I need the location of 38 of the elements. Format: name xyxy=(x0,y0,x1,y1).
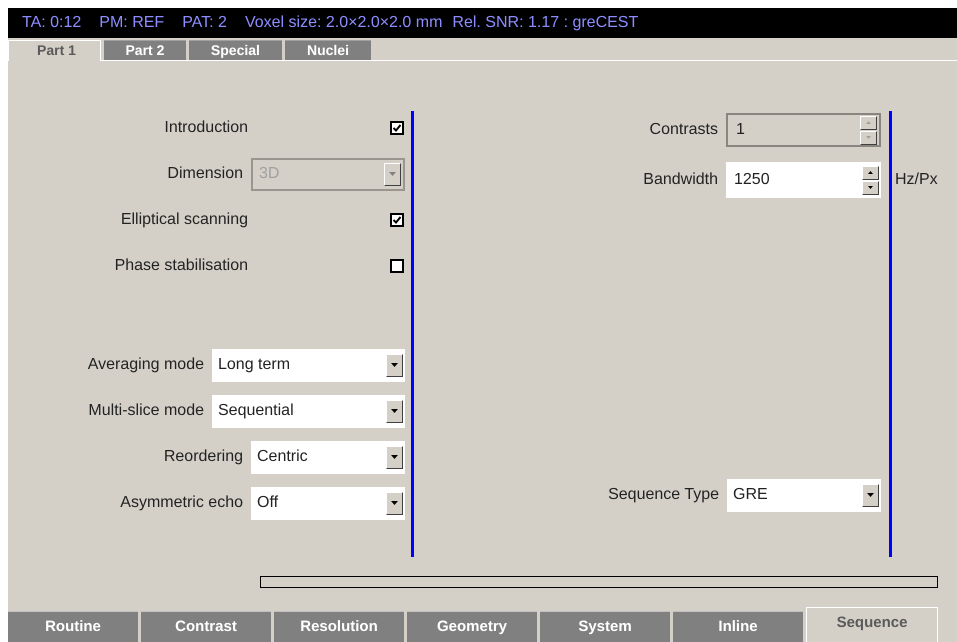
dropdown[interactable]: Off xyxy=(251,486,405,520)
field-label: Contrasts xyxy=(650,121,718,139)
tab[interactable]: Part 2 xyxy=(104,40,186,60)
tab[interactable]: Geometry xyxy=(407,611,537,642)
tab[interactable]: Sequence xyxy=(806,607,938,642)
field-label: Multi-slice mode xyxy=(88,402,204,420)
status-text: PAT: 2 xyxy=(182,14,227,32)
spinner-arrows-icon[interactable] xyxy=(862,166,879,194)
tab[interactable]: Routine xyxy=(8,611,138,642)
dropdown[interactable]: Sequential xyxy=(212,394,405,428)
checkbox[interactable] xyxy=(390,213,404,227)
tab[interactable]: System xyxy=(540,611,670,642)
tab[interactable]: Nuclei xyxy=(284,40,371,60)
field-label: Asymmetric echo xyxy=(120,494,243,512)
tab[interactable]: Inline xyxy=(673,611,803,642)
spin-field[interactable]: 1250 xyxy=(726,162,881,198)
field-label: Averaging mode xyxy=(88,356,204,374)
status-text: Voxel size: 2.0×2.0×2.0 mm xyxy=(244,14,442,32)
dropdown[interactable]: GRE xyxy=(727,478,881,512)
field-label: Bandwidth xyxy=(643,171,718,189)
field-label: Sequence Type xyxy=(608,486,719,504)
dropdown[interactable]: Centric xyxy=(251,440,405,474)
status-text: PM: REF xyxy=(99,14,164,32)
status-text: Rel. SNR: 1.17 : greCEST xyxy=(452,14,638,32)
field-label: Dimension xyxy=(167,165,243,183)
checkbox[interactable] xyxy=(390,121,404,135)
checkbox[interactable] xyxy=(390,259,404,273)
field-label: Reordering xyxy=(164,448,243,466)
tab[interactable]: Part 1 xyxy=(8,40,101,61)
dropdown[interactable]: Long term xyxy=(212,348,405,382)
status-text: TA: 0:12 xyxy=(22,14,82,32)
tab[interactable]: Resolution xyxy=(274,611,404,642)
tab[interactable]: Special xyxy=(188,40,282,60)
field-label: Introduction xyxy=(163,119,248,137)
field-label: Elliptical scanning xyxy=(120,211,248,229)
unit-label: Hz/Px xyxy=(895,171,938,189)
field-label: Phase stabilisation xyxy=(114,257,248,275)
tab[interactable]: Contrast xyxy=(141,611,271,642)
